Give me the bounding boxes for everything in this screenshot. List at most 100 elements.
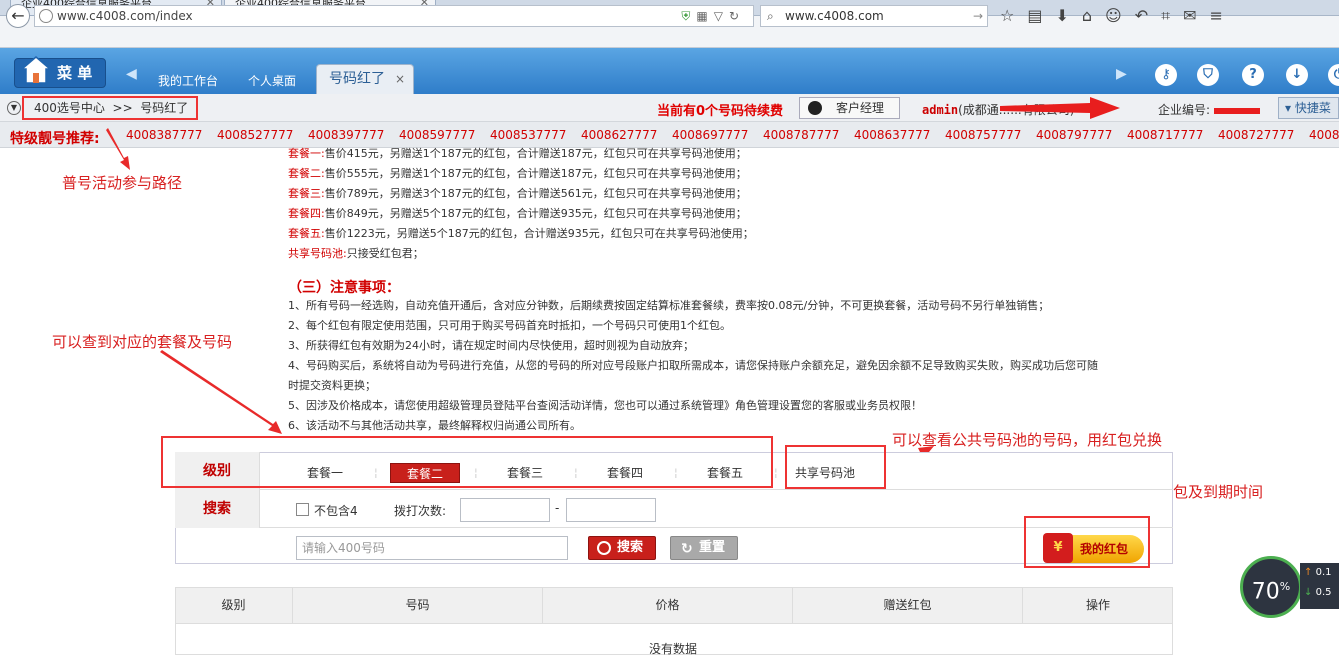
package-key: 套餐二: <box>288 167 325 180</box>
button-label: 搜索 <box>617 540 644 555</box>
package-text: 只接受红包君； <box>346 247 424 260</box>
redaction-mark <box>1214 107 1261 114</box>
download-icon: ↓ <box>1304 587 1313 598</box>
url-input[interactable]: www.c4008.com/index ⛨▦▽↻ <box>34 5 754 27</box>
collapse-icon[interactable]: ▼ <box>7 101 21 115</box>
promo-number[interactable]: 4008637777 <box>854 128 945 142</box>
promo-number[interactable]: 4008757777 <box>945 128 1036 142</box>
promo-number[interactable]: 4008537777 <box>490 128 581 142</box>
download-value: 0.5 <box>1315 587 1332 598</box>
nav-prev-icon[interactable]: ◀ <box>126 66 137 82</box>
performance-gauge[interactable]: 70% <box>1240 556 1302 618</box>
column-number: 号码 <box>293 587 543 624</box>
back-button[interactable]: ← <box>6 4 30 28</box>
notice-title: （三）注意事项： <box>288 280 400 296</box>
promo-number-list: 4008387777 4008527777 4008397777 4008597777… <box>126 128 1339 142</box>
column-redpacket: 赠送红包 <box>793 587 1023 624</box>
download-circle-icon[interactable]: ↓ <box>1286 64 1308 86</box>
help-icon[interactable]: ? <box>1242 64 1264 86</box>
promo-number[interactable]: 4008397777 <box>308 128 399 142</box>
package-key: 套餐一: <box>288 147 325 160</box>
promo-number[interactable]: 4008627777 <box>581 128 672 142</box>
dial-count-label: 拨打次数: <box>394 504 447 518</box>
notice-item: 1、所有号码一经选购，自动充值开通后，含对应分钟数，后期续费按固定结算标准套餐续… <box>288 299 1050 312</box>
promo-number[interactable]: 4008727777 <box>1218 128 1309 142</box>
promo-number[interactable]: 4008697777 <box>672 128 763 142</box>
gauge-value: 70 <box>1251 579 1280 605</box>
comment-icon[interactable]: ✉ <box>1183 6 1209 25</box>
close-icon[interactable]: × <box>395 65 405 93</box>
notice-item: 2、每个红包有限定使用范围，只可用于购买号码首充时抵扣，一个号码只可使用1个红包… <box>288 319 731 332</box>
crop-icon[interactable]: ⌗ <box>1161 6 1183 25</box>
qr-icon[interactable]: ▦ <box>696 9 713 23</box>
promo-number[interactable]: 4008797777 <box>1036 128 1127 142</box>
download-icon[interactable]: ⬇ <box>1055 6 1081 25</box>
divider: ¦ <box>774 466 778 479</box>
number-search-input[interactable]: 请输入400号码 <box>296 536 568 560</box>
dropdown-icon[interactable]: ▽ <box>714 9 729 23</box>
reset-button[interactable]: ↻ 重置 <box>670 536 738 560</box>
notice-item: 4、号码购买后，系统将自动为号码进行充值，从您的号码的所对应号段账户扣取所需成本… <box>288 359 1098 372</box>
empty-state-text: 没有数据 <box>649 642 698 655</box>
dial-max-input[interactable] <box>566 498 656 522</box>
chat-icon[interactable]: ☺ <box>1105 6 1135 25</box>
shield-icon: ⛨ <box>681 9 697 23</box>
column-level: 级别 <box>175 587 293 624</box>
tab-workbench[interactable]: 我的工作台 <box>158 72 218 89</box>
star-icon[interactable]: ☆ <box>1000 6 1027 25</box>
column-action: 操作 <box>1085 598 1110 612</box>
promo-number[interactable]: 4008597777 <box>399 128 490 142</box>
package-text: 售价849元，另赠送5个187元的红包，合计赠送935元，红包只可在共享号码池使… <box>324 207 747 220</box>
button-label: 重置 <box>699 540 726 555</box>
package-text: 售价555元，另赠送1个187元的红包，合计赠送187元，红包只可在共享号码池使… <box>324 167 747 180</box>
package-key: 套餐三: <box>288 187 325 200</box>
search-button[interactable]: 搜索 <box>588 536 656 560</box>
quick-menu-button[interactable]: ▾ 快捷菜 <box>1278 97 1339 119</box>
breadcrumb-item[interactable]: 400选号中心 <box>34 101 105 115</box>
nav-next-icon[interactable]: ▶ <box>1116 66 1127 82</box>
tab-desktop[interactable]: 个人桌面 <box>248 72 296 89</box>
promo-number[interactable]: 4008387777 <box>126 128 217 142</box>
shirt-icon[interactable]: ⛉ <box>1197 64 1219 86</box>
tab-number-red[interactable]: 号码红了 × <box>316 64 414 94</box>
package-key: 共享号码池: <box>288 247 347 260</box>
menu-icon[interactable]: ≡ <box>1210 6 1236 25</box>
notice-item: 6、该活动不与其他活动共享，最终解释权归尚通公司所有。 <box>288 419 581 432</box>
breadcrumb-separator: >> <box>112 101 133 115</box>
promo-number[interactable]: 4008 <box>1309 128 1339 142</box>
package-line: 共享号码池:只接受红包君； <box>288 244 424 264</box>
exclude4-checkbox[interactable] <box>296 503 309 516</box>
home-icon[interactable]: ⌂ <box>1082 6 1105 25</box>
promo-number[interactable]: 4008527777 <box>217 128 308 142</box>
customer-manager-button[interactable]: 客户经理 <box>799 97 900 119</box>
reload-icon[interactable]: ↻ <box>729 9 745 23</box>
search-label: 搜索 <box>175 490 260 528</box>
globe-icon <box>39 9 53 23</box>
home-house-icon <box>20 56 52 84</box>
exclude4-label: 不包含4 <box>314 504 358 518</box>
upload-icon: ↑ <box>1304 567 1313 578</box>
highlight-redpacket <box>1024 516 1150 568</box>
promo-number[interactable]: 4008787777 <box>763 128 854 142</box>
browser-toolbar: ☆▤⬇⌂☺↶⌗✉≡ <box>1000 6 1236 26</box>
dial-min-input[interactable] <box>460 498 550 522</box>
breadcrumb: 400选号中心 >> 号码红了 <box>22 96 198 120</box>
package-line: 套餐五:售价1223元，另赠送5个187元的红包，合计赠送935元，红包只可在共… <box>288 224 754 244</box>
promo-number[interactable]: 4008717777 <box>1127 128 1218 142</box>
undo-icon[interactable]: ↶ <box>1135 6 1161 25</box>
highlight-pool <box>785 445 886 489</box>
annotation-packages: 可以查到对应的套餐及号码 <box>52 333 233 351</box>
browser-search-input[interactable]: ⌕ www.c4008.com → <box>760 5 988 27</box>
package-line: 套餐一:售价415元，另赠送1个187元的红包，合计赠送187元，红包只可在共享… <box>288 144 747 164</box>
key-icon[interactable]: ⚷ <box>1155 64 1177 86</box>
enterprise-number: 企业编号: <box>1158 101 1261 118</box>
highlight-levels <box>161 436 773 488</box>
go-icon[interactable]: → <box>973 6 983 26</box>
reader-icon[interactable]: ▤ <box>1027 6 1055 25</box>
qq-icon <box>808 101 822 115</box>
search-icon <box>597 541 611 555</box>
notice-item: 5、因涉及价格成本，请您使用超级管理员登陆平台查阅活动详情，您也可以通过系统管理… <box>288 399 922 412</box>
pending-renewal-text: 当前有0个号码待续费 <box>657 104 784 119</box>
package-key: 套餐四: <box>288 207 325 220</box>
account-name: admin <box>922 103 959 117</box>
